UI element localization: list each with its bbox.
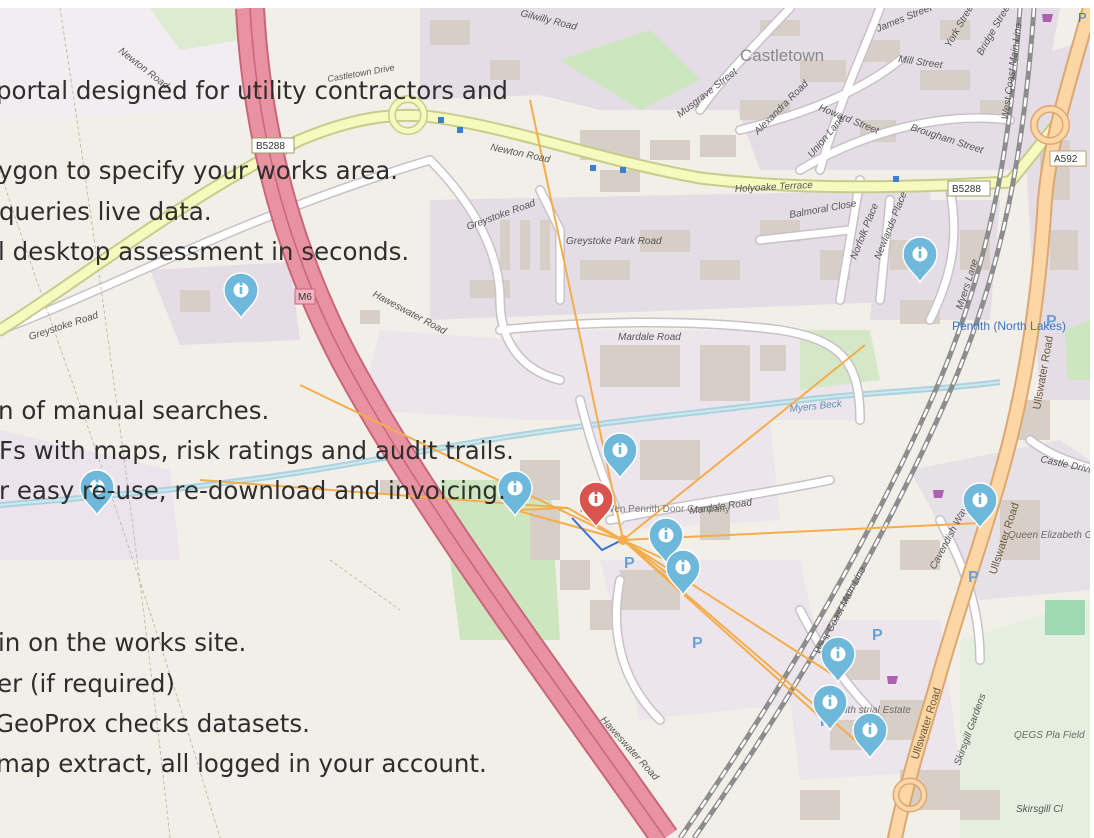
overlay-text-line-11: map extract, all logged in your account.	[0, 749, 487, 778]
map-edge-letter: P	[1078, 10, 1087, 25]
shield-m6-label: M6	[298, 292, 312, 303]
overlay-text-line-7: r easy re-use, re-download and invoicing…	[0, 476, 506, 505]
parking-symbol-4: P	[872, 627, 883, 644]
parking-symbol-5: P	[968, 569, 979, 586]
road-label-skirsgill-close: Skirsgill Cl	[1016, 804, 1063, 815]
parking-symbol-2: P	[692, 635, 703, 652]
overlay-text-line-4: l desktop assessment in seconds.	[0, 237, 410, 266]
place-label-queen-elizabeth-school: Queen Elizabeth Grammar School Penrith	[1008, 530, 1090, 541]
place-label-qegs-field: QEGS Pla Field	[1014, 730, 1085, 741]
overlay-text-line-10: GeoProx checks datasets.	[0, 709, 310, 738]
shield-b5288-east-label: B5288	[952, 184, 981, 195]
connection-hub	[618, 535, 628, 545]
map-screenshot: P P P P P P Newton Road Newton Road Holy…	[0, 0, 1094, 838]
overlay-text-line-6: Fs with maps, risk ratings and audit tra…	[0, 436, 514, 465]
place-label-castletown: Castletown	[740, 46, 824, 65]
overlay-text-line-5: n of manual searches.	[0, 396, 270, 425]
overlay-text-line-8: in on the works site.	[0, 628, 247, 657]
shield-a592-label: A592	[1054, 154, 1078, 165]
shield-b5288-west-label: B5288	[256, 141, 285, 152]
overlay-text-line-1: portal designed for utility contractors …	[0, 76, 508, 105]
road-label-mardale-road-n: Mardale Road	[618, 332, 681, 343]
overlay-text-line-3: queries live data.	[0, 197, 212, 226]
place-label-penrith-north-lakes: Penrith (North Lakes)	[952, 319, 1066, 333]
parking-symbol-1: P	[624, 555, 635, 572]
overlay-text-line-9: er (if required)	[0, 669, 175, 698]
road-label-greystoke-park-road: Greystoke Park Road	[566, 236, 662, 247]
overlay-text-line-2: ygon to specify your works area.	[0, 156, 399, 185]
